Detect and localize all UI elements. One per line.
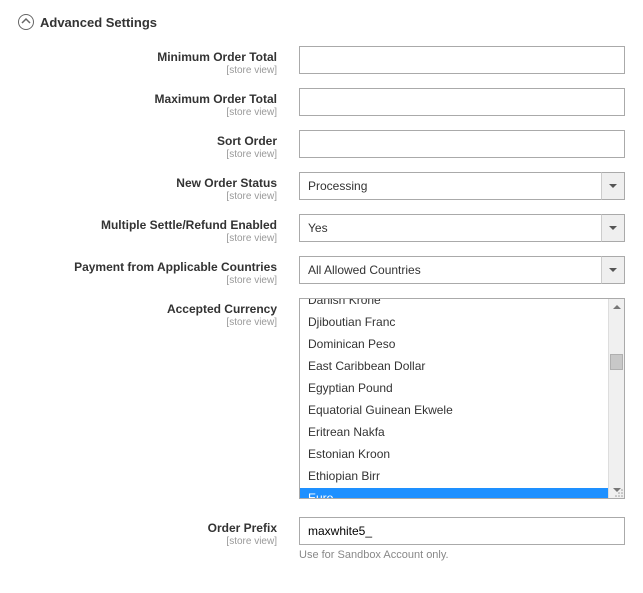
currency-option[interactable]: East Caribbean Dollar — [300, 356, 608, 378]
currency-option[interactable]: Ethiopian Birr — [300, 466, 608, 488]
hint-order-prefix: Use for Sandbox Account only. — [299, 549, 625, 561]
chevron-down-icon — [601, 172, 625, 200]
select-value: All Allowed Countries — [299, 256, 625, 284]
collapse-icon — [18, 14, 34, 30]
chevron-down-icon — [601, 256, 625, 284]
currency-option[interactable]: Equatorial Guinean Ekwele — [300, 400, 608, 422]
scope-label: [store view] — [18, 65, 277, 76]
scope-label: [store view] — [18, 149, 277, 160]
chevron-down-icon — [601, 214, 625, 242]
input-maximum-order-total[interactable] — [299, 88, 625, 116]
label-multiple-settle: Multiple Settle/Refund Enabled — [18, 218, 277, 232]
row-accepted-currency: Accepted Currency [store view] Danish Kr… — [18, 298, 625, 499]
label-sort-order: Sort Order — [18, 134, 277, 148]
currency-option[interactable]: Egyptian Pound — [300, 378, 608, 400]
multiselect-accepted-currency[interactable]: Danish KroneDjiboutian FrancDominican Pe… — [299, 298, 625, 499]
section-header[interactable]: Advanced Settings — [18, 14, 625, 30]
row-sort-order: Sort Order [store view] — [18, 130, 625, 160]
label-accepted-currency: Accepted Currency — [18, 302, 277, 316]
label-minimum-order-total: Minimum Order Total — [18, 50, 277, 64]
row-payment-countries: Payment from Applicable Countries [store… — [18, 256, 625, 286]
scroll-thumb[interactable] — [610, 354, 623, 370]
currency-option[interactable]: Estonian Kroon — [300, 444, 608, 466]
scrollbar[interactable] — [608, 299, 624, 498]
input-minimum-order-total[interactable] — [299, 46, 625, 74]
currency-option[interactable]: Dominican Peso — [300, 334, 608, 356]
scope-label: [store view] — [18, 536, 277, 547]
currency-option[interactable]: Eritrean Nakfa — [300, 422, 608, 444]
section-title: Advanced Settings — [40, 15, 157, 30]
row-multiple-settle: Multiple Settle/Refund Enabled [store vi… — [18, 214, 625, 244]
row-new-order-status: New Order Status [store view] Processing — [18, 172, 625, 202]
row-maximum-order-total: Maximum Order Total [store view] — [18, 88, 625, 118]
input-order-prefix[interactable] — [299, 517, 625, 545]
currency-option[interactable]: Euro — [300, 488, 608, 498]
currency-option[interactable]: Danish Krone — [300, 299, 608, 312]
input-sort-order[interactable] — [299, 130, 625, 158]
resize-grip-icon[interactable] — [614, 488, 624, 498]
scope-label: [store view] — [18, 107, 277, 118]
select-multiple-settle[interactable]: Yes — [299, 214, 625, 242]
select-value: Yes — [299, 214, 625, 242]
scope-label: [store view] — [18, 317, 277, 328]
currency-option[interactable]: Djiboutian Franc — [300, 312, 608, 334]
select-value: Processing — [299, 172, 625, 200]
label-order-prefix: Order Prefix — [18, 521, 277, 535]
label-maximum-order-total: Maximum Order Total — [18, 92, 277, 106]
label-payment-countries: Payment from Applicable Countries — [18, 260, 277, 274]
scope-label: [store view] — [18, 275, 277, 286]
scope-label: [store view] — [18, 191, 277, 202]
select-new-order-status[interactable]: Processing — [299, 172, 625, 200]
row-minimum-order-total: Minimum Order Total [store view] — [18, 46, 625, 76]
scope-label: [store view] — [18, 233, 277, 244]
row-order-prefix: Order Prefix [store view] Use for Sandbo… — [18, 517, 625, 561]
scroll-up-icon[interactable] — [609, 299, 624, 315]
label-new-order-status: New Order Status — [18, 176, 277, 190]
select-payment-countries[interactable]: All Allowed Countries — [299, 256, 625, 284]
